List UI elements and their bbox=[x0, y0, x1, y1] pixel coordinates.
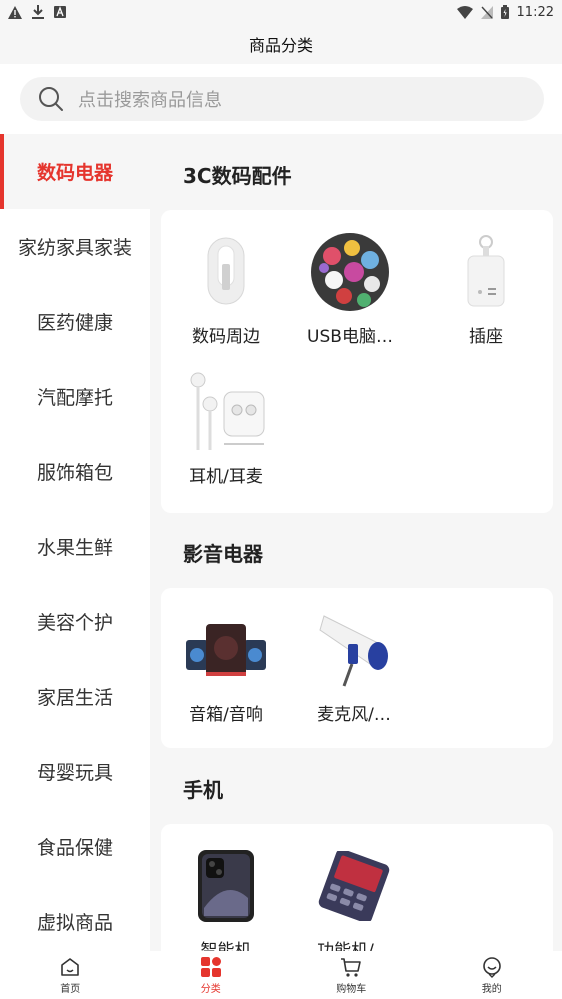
category-item-digital-accessories[interactable]: 数码周边 bbox=[171, 230, 281, 347]
notification-a-icon bbox=[54, 6, 66, 18]
sidebar-item-beauty[interactable]: 美容个护 bbox=[0, 584, 150, 659]
section-card: 音箱/音响 麦克风/… bbox=[161, 588, 553, 748]
earphones-icon bbox=[184, 370, 268, 454]
cable-icon bbox=[184, 230, 268, 314]
sidebar-item-label: 服饰箱包 bbox=[36, 462, 113, 484]
sidebar-item-label: 医药健康 bbox=[36, 312, 113, 334]
item-label: 麦克风/… bbox=[317, 705, 391, 725]
sidebar-item-home-living[interactable]: 家居生活 bbox=[0, 659, 150, 734]
search-placeholder: 点击搜索商品信息 bbox=[78, 90, 222, 111]
wifi-icon bbox=[456, 5, 473, 19]
feature-phone-icon bbox=[312, 844, 396, 928]
sidebar-item-label: 美容个护 bbox=[36, 612, 113, 634]
download-icon bbox=[32, 5, 44, 19]
section-title: 手机 bbox=[183, 778, 223, 802]
item-label: 耳机/耳麦 bbox=[189, 467, 263, 487]
home-icon bbox=[61, 957, 80, 976]
sticker-pack-icon bbox=[308, 230, 392, 314]
sidebar-item-digital[interactable]: 数码电器 bbox=[0, 134, 150, 209]
section-title: 影音电器 bbox=[183, 542, 263, 566]
sidebar-item-fresh[interactable]: 水果生鲜 bbox=[0, 509, 150, 584]
category-item-megaphone[interactable]: 麦克风/… bbox=[299, 608, 409, 725]
item-label: USB电脑… bbox=[307, 327, 393, 347]
sidebar-item-food[interactable]: 食品保健 bbox=[0, 809, 150, 884]
item-label: 数码周边 bbox=[192, 327, 260, 347]
search-bar: 点击搜索商品信息 bbox=[0, 64, 562, 134]
category-item-speaker[interactable]: 音箱/音响 bbox=[171, 608, 281, 725]
section-card: 智能机 功能机/… bbox=[161, 824, 553, 951]
sidebar-item-health[interactable]: 医药健康 bbox=[0, 284, 150, 359]
warning-icon bbox=[8, 5, 22, 19]
tab-cart[interactable]: 购物车 bbox=[281, 951, 422, 999]
tab-home[interactable]: 首页 bbox=[0, 951, 141, 999]
category-item-socket[interactable]: 插座 bbox=[431, 230, 541, 347]
section-card: 数码周边 USB电脑… 插座 耳机/耳麦 bbox=[161, 210, 553, 513]
category-item-earphones[interactable]: 耳机/耳麦 bbox=[171, 370, 281, 487]
page-title: 商品分类 bbox=[248, 36, 313, 55]
item-label: 插座 bbox=[469, 327, 503, 347]
category-sidebar: 数码电器 家纺家具家装 医药健康 汽配摩托 服饰箱包 水果生鲜 美容个护 家居生… bbox=[0, 134, 150, 951]
search-icon bbox=[39, 87, 63, 111]
tab-label: 购物车 bbox=[336, 983, 367, 995]
sidebar-item-home-textile[interactable]: 家纺家具家装 bbox=[0, 209, 150, 284]
status-bar: 11:22 bbox=[0, 0, 562, 24]
category-item-feature-phone[interactable]: 功能机/… bbox=[299, 844, 409, 951]
tab-label: 我的 bbox=[481, 983, 502, 995]
item-label: 智能机 bbox=[200, 941, 252, 951]
sidebar-item-apparel[interactable]: 服饰箱包 bbox=[0, 434, 150, 509]
sidebar-item-label: 母婴玩具 bbox=[36, 762, 113, 784]
sidebar-item-label: 食品保健 bbox=[36, 837, 113, 859]
sidebar-item-label: 汽配摩托 bbox=[36, 387, 113, 409]
sidebar-item-label: 家居生活 bbox=[36, 687, 113, 709]
category-item-usb[interactable]: USB电脑… bbox=[295, 230, 405, 347]
no-signal-icon bbox=[480, 5, 493, 19]
sidebar-item-auto[interactable]: 汽配摩托 bbox=[0, 359, 150, 434]
sidebar-item-virtual[interactable]: 虚拟商品 bbox=[0, 884, 150, 959]
category-item-smartphone[interactable]: 智能机 bbox=[171, 844, 281, 951]
sidebar-item-label: 水果生鲜 bbox=[36, 537, 113, 559]
smartphone-icon bbox=[184, 844, 268, 928]
sidebar-item-label: 虚拟商品 bbox=[36, 912, 113, 934]
tab-label: 分类 bbox=[200, 983, 221, 995]
sidebar-item-label: 家纺家具家装 bbox=[17, 237, 132, 259]
tab-profile[interactable]: 我的 bbox=[422, 951, 562, 999]
item-label: 功能机/… bbox=[317, 941, 391, 951]
section-title: 3C数码配件 bbox=[183, 164, 292, 188]
page-title-bar: 商品分类 bbox=[0, 24, 562, 64]
socket-icon bbox=[444, 230, 528, 314]
category-grid-icon bbox=[200, 956, 221, 977]
profile-icon bbox=[482, 956, 501, 978]
tab-label: 首页 bbox=[60, 983, 81, 995]
category-content: 3C数码配件 数码周边 USB电脑… 插座 耳机/耳麦 影音电器 音箱/音响 麦… bbox=[150, 134, 562, 951]
tab-category[interactable]: 分类 bbox=[141, 951, 282, 999]
status-time: 11:22 bbox=[516, 4, 554, 20]
sidebar-item-label: 数码电器 bbox=[36, 162, 113, 184]
search-input[interactable]: 点击搜索商品信息 bbox=[20, 77, 544, 121]
megaphone-icon bbox=[312, 608, 396, 692]
speaker-icon bbox=[184, 608, 268, 692]
cart-icon bbox=[341, 957, 362, 977]
bottom-tab-bar: 首页 分类 购物车 我的 bbox=[0, 951, 562, 999]
item-label: 音箱/音响 bbox=[189, 705, 263, 725]
battery-icon bbox=[500, 5, 509, 19]
sidebar-item-baby-toys[interactable]: 母婴玩具 bbox=[0, 734, 150, 809]
